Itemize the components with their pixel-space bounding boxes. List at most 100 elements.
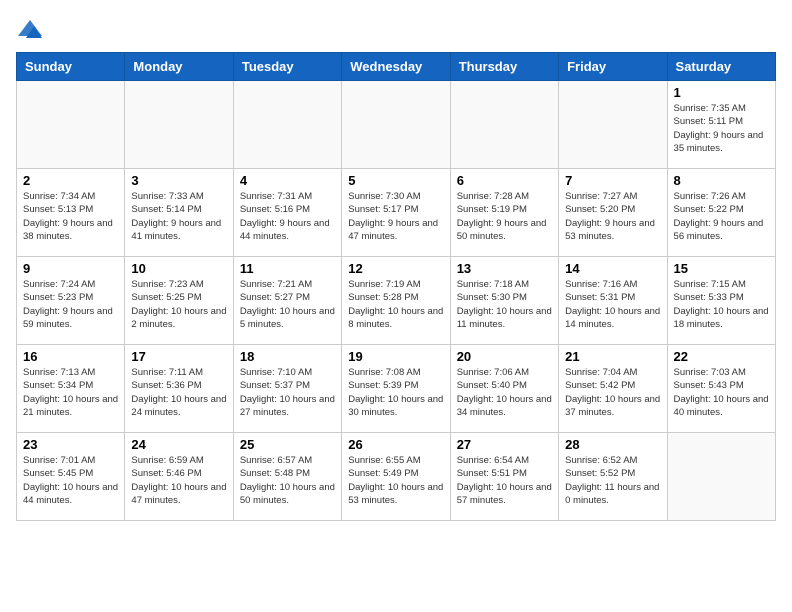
cell-week4-day3: 19Sunrise: 7:08 AM Sunset: 5:39 PM Dayli… (342, 345, 450, 433)
day-number: 17 (131, 349, 226, 364)
day-number: 4 (240, 173, 335, 188)
day-number: 26 (348, 437, 443, 452)
cell-week5-day6 (667, 433, 775, 521)
week-row-3: 9 Sunrise: 7:24 AM Sunset: 5:23 PM Daylig… (17, 257, 776, 345)
cell-week1-day1 (125, 81, 233, 169)
cell-week4-day1: 17Sunrise: 7:11 AM Sunset: 5:36 PM Dayli… (125, 345, 233, 433)
week-row-5: 23 Sunrise: 7:01 AM Sunset: 5:45 PM Dayli… (17, 433, 776, 521)
cell-week2-day3: 5 Sunrise: 7:30 AM Sunset: 5:17 PM Daylig… (342, 169, 450, 257)
col-saturday: Saturday (667, 53, 775, 81)
day-number: 1 (674, 85, 769, 100)
day-info: Sunrise: 7:19 AM Sunset: 5:28 PM Dayligh… (348, 278, 443, 331)
cell-week4-day4: 20 Sunrise: 7:06 AM Sunset: 5:40 PM Dayli… (450, 345, 558, 433)
day-number: 14 (565, 261, 660, 276)
day-number: 5 (348, 173, 443, 188)
day-info: Sunrise: 7:23 AM Sunset: 5:25 PM Dayligh… (131, 278, 226, 331)
day-info: Sunrise: 7:33 AM Sunset: 5:14 PM Dayligh… (131, 190, 226, 243)
day-info: Sunrise: 7:21 AM Sunset: 5:27 PM Dayligh… (240, 278, 335, 331)
cell-week2-day6: 8 Sunrise: 7:26 AM Sunset: 5:22 PM Daylig… (667, 169, 775, 257)
day-info: Sunrise: 7:28 AM Sunset: 5:19 PM Dayligh… (457, 190, 552, 243)
col-friday: Friday (559, 53, 667, 81)
day-info: Sunrise: 7:34 AM Sunset: 5:13 PM Dayligh… (23, 190, 118, 243)
cell-week1-day6: 1 Sunrise: 7:35 AM Sunset: 5:11 PM Daylig… (667, 81, 775, 169)
calendar-body: 1 Sunrise: 7:35 AM Sunset: 5:11 PM Daylig… (17, 81, 776, 521)
logo-icon (16, 16, 44, 44)
cell-week4-day6: 22 Sunrise: 7:03 AM Sunset: 5:43 PM Dayli… (667, 345, 775, 433)
cell-week1-day4 (450, 81, 558, 169)
cell-week4-day5: 21 Sunrise: 7:04 AM Sunset: 5:42 PM Dayli… (559, 345, 667, 433)
col-tuesday: Tuesday (233, 53, 341, 81)
cell-week3-day1: 10 Sunrise: 7:23 AM Sunset: 5:25 PM Dayli… (125, 257, 233, 345)
day-number: 10 (131, 261, 226, 276)
day-number: 9 (23, 261, 118, 276)
day-info: Sunrise: 7:26 AM Sunset: 5:22 PM Dayligh… (674, 190, 769, 243)
day-number: 28 (565, 437, 660, 452)
logo (16, 16, 48, 44)
cell-week1-day2 (233, 81, 341, 169)
cell-week5-day2: 25 Sunrise: 6:57 AM Sunset: 5:48 PM Dayli… (233, 433, 341, 521)
col-monday: Monday (125, 53, 233, 81)
cell-week3-day5: 14 Sunrise: 7:16 AM Sunset: 5:31 PM Dayli… (559, 257, 667, 345)
day-number: 23 (23, 437, 118, 452)
day-number: 27 (457, 437, 552, 452)
day-number: 8 (674, 173, 769, 188)
day-number: 19 (348, 349, 443, 364)
day-number: 20 (457, 349, 552, 364)
day-info: Sunrise: 7:35 AM Sunset: 5:11 PM Dayligh… (674, 102, 769, 155)
calendar-header-row: Sunday Monday Tuesday Wednesday Thursday… (17, 53, 776, 81)
week-row-1: 1 Sunrise: 7:35 AM Sunset: 5:11 PM Daylig… (17, 81, 776, 169)
week-row-4: 16Sunrise: 7:13 AM Sunset: 5:34 PM Dayli… (17, 345, 776, 433)
day-number: 11 (240, 261, 335, 276)
cell-week5-day3: 26 Sunrise: 6:55 AM Sunset: 5:49 PM Dayli… (342, 433, 450, 521)
cell-week5-day5: 28 Sunrise: 6:52 AM Sunset: 5:52 PM Dayli… (559, 433, 667, 521)
cell-week4-day0: 16Sunrise: 7:13 AM Sunset: 5:34 PM Dayli… (17, 345, 125, 433)
day-number: 18 (240, 349, 335, 364)
day-info: Sunrise: 7:31 AM Sunset: 5:16 PM Dayligh… (240, 190, 335, 243)
day-number: 15 (674, 261, 769, 276)
day-number: 21 (565, 349, 660, 364)
day-info: Sunrise: 7:16 AM Sunset: 5:31 PM Dayligh… (565, 278, 660, 331)
col-thursday: Thursday (450, 53, 558, 81)
cell-week2-day1: 3Sunrise: 7:33 AM Sunset: 5:14 PM Daylig… (125, 169, 233, 257)
day-info: Sunrise: 7:13 AM Sunset: 5:34 PM Dayligh… (23, 366, 118, 419)
day-info: Sunrise: 6:57 AM Sunset: 5:48 PM Dayligh… (240, 454, 335, 507)
cell-week5-day0: 23 Sunrise: 7:01 AM Sunset: 5:45 PM Dayli… (17, 433, 125, 521)
day-number: 7 (565, 173, 660, 188)
cell-week1-day0 (17, 81, 125, 169)
day-number: 22 (674, 349, 769, 364)
day-info: Sunrise: 6:59 AM Sunset: 5:46 PM Dayligh… (131, 454, 226, 507)
col-sunday: Sunday (17, 53, 125, 81)
cell-week1-day3 (342, 81, 450, 169)
week-row-2: 2Sunrise: 7:34 AM Sunset: 5:13 PM Daylig… (17, 169, 776, 257)
cell-week3-day4: 13Sunrise: 7:18 AM Sunset: 5:30 PM Dayli… (450, 257, 558, 345)
day-info: Sunrise: 7:15 AM Sunset: 5:33 PM Dayligh… (674, 278, 769, 331)
day-info: Sunrise: 7:30 AM Sunset: 5:17 PM Dayligh… (348, 190, 443, 243)
day-info: Sunrise: 6:52 AM Sunset: 5:52 PM Dayligh… (565, 454, 660, 507)
cell-week3-day3: 12 Sunrise: 7:19 AM Sunset: 5:28 PM Dayli… (342, 257, 450, 345)
day-info: Sunrise: 7:10 AM Sunset: 5:37 PM Dayligh… (240, 366, 335, 419)
day-info: Sunrise: 6:55 AM Sunset: 5:49 PM Dayligh… (348, 454, 443, 507)
day-info: Sunrise: 7:27 AM Sunset: 5:20 PM Dayligh… (565, 190, 660, 243)
cell-week3-day2: 11 Sunrise: 7:21 AM Sunset: 5:27 PM Dayli… (233, 257, 341, 345)
page-header (16, 16, 776, 44)
day-info: Sunrise: 7:24 AM Sunset: 5:23 PM Dayligh… (23, 278, 118, 331)
day-number: 6 (457, 173, 552, 188)
col-wednesday: Wednesday (342, 53, 450, 81)
day-number: 13 (457, 261, 552, 276)
cell-week5-day4: 27Sunrise: 6:54 AM Sunset: 5:51 PM Dayli… (450, 433, 558, 521)
day-info: Sunrise: 7:06 AM Sunset: 5:40 PM Dayligh… (457, 366, 552, 419)
cell-week2-day4: 6 Sunrise: 7:28 AM Sunset: 5:19 PM Daylig… (450, 169, 558, 257)
day-info: Sunrise: 7:04 AM Sunset: 5:42 PM Dayligh… (565, 366, 660, 419)
day-number: 12 (348, 261, 443, 276)
day-info: Sunrise: 7:01 AM Sunset: 5:45 PM Dayligh… (23, 454, 118, 507)
day-number: 25 (240, 437, 335, 452)
day-number: 24 (131, 437, 226, 452)
cell-week3-day6: 15 Sunrise: 7:15 AM Sunset: 5:33 PM Dayli… (667, 257, 775, 345)
cell-week4-day2: 18 Sunrise: 7:10 AM Sunset: 5:37 PM Dayli… (233, 345, 341, 433)
day-info: Sunrise: 7:03 AM Sunset: 5:43 PM Dayligh… (674, 366, 769, 419)
cell-week1-day5 (559, 81, 667, 169)
cell-week2-day2: 4 Sunrise: 7:31 AM Sunset: 5:16 PM Daylig… (233, 169, 341, 257)
calendar-table: Sunday Monday Tuesday Wednesday Thursday… (16, 52, 776, 521)
cell-week2-day5: 7 Sunrise: 7:27 AM Sunset: 5:20 PM Daylig… (559, 169, 667, 257)
cell-week2-day0: 2Sunrise: 7:34 AM Sunset: 5:13 PM Daylig… (17, 169, 125, 257)
